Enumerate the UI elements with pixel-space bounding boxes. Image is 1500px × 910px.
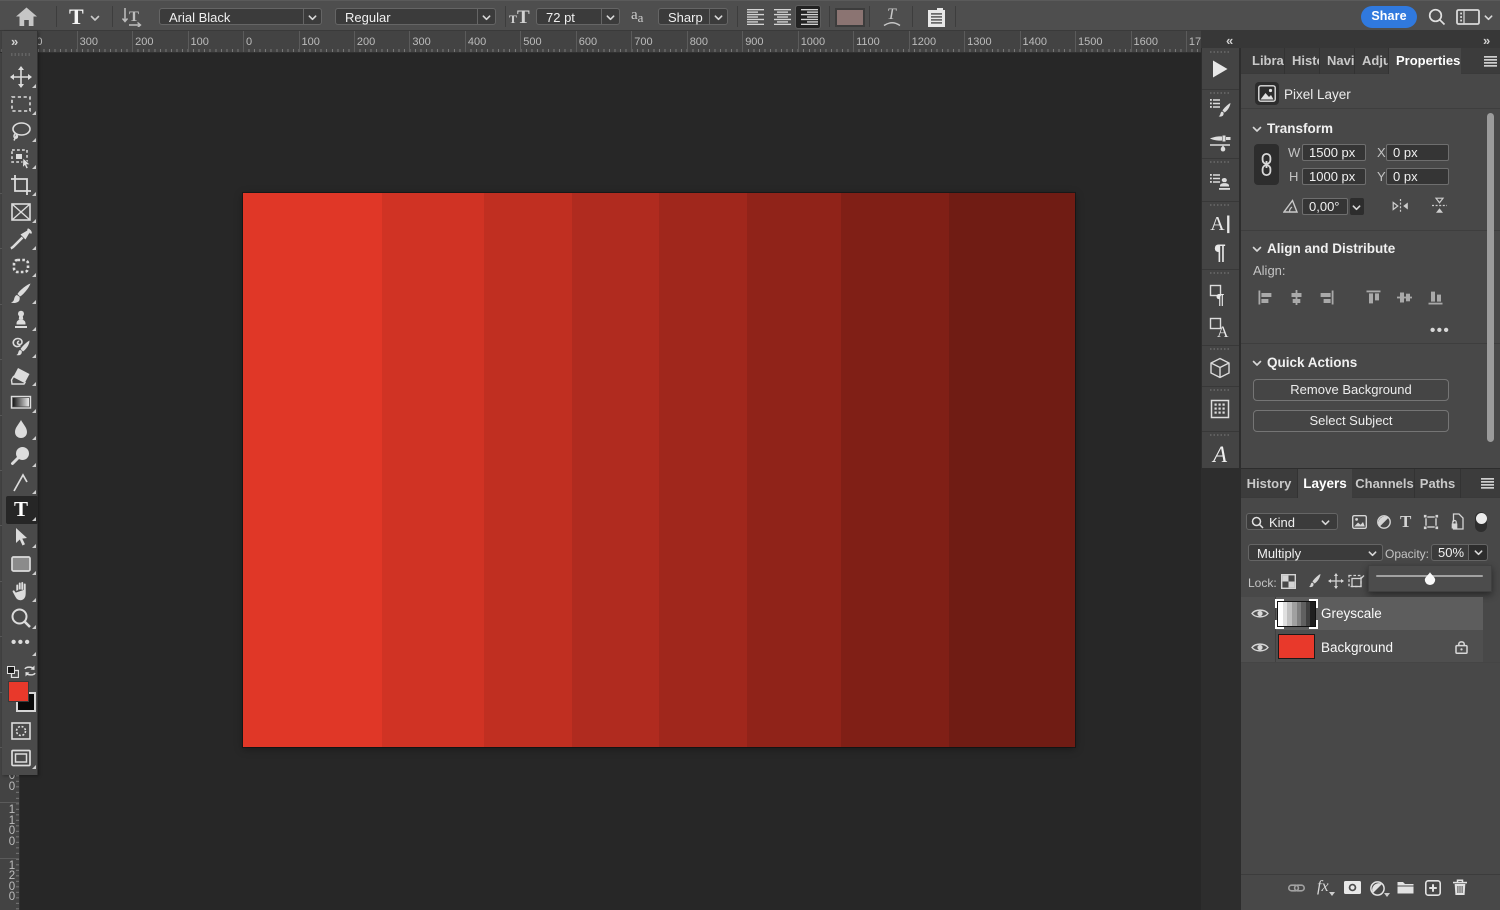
svg-text:¶: ¶ xyxy=(1216,291,1224,306)
svg-text:A: A xyxy=(1217,324,1229,339)
svg-text:T: T xyxy=(887,6,897,23)
